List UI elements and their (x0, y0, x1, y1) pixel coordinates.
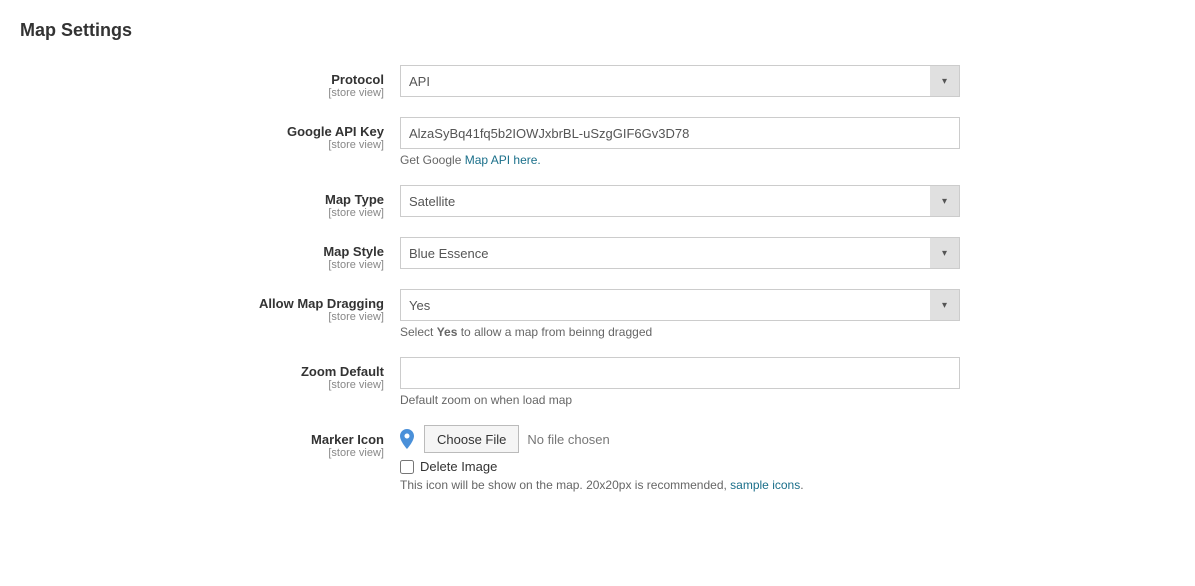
allow-dragging-label-cell: Allow Map Dragging [store view] (20, 289, 400, 323)
map-style-select[interactable]: Blue Essence Default Silver Dark (400, 237, 960, 269)
allow-dragging-hint-prefix: Select (400, 325, 437, 339)
choose-file-button[interactable]: Choose File (424, 425, 519, 453)
google-api-key-hint-prefix: Get Google (400, 153, 465, 167)
zoom-default-row: Zoom Default [store view] Default zoom o… (20, 357, 1175, 407)
no-file-text: No file chosen (527, 432, 609, 447)
zoom-default-input[interactable] (400, 357, 960, 389)
zoom-default-label: Zoom Default (20, 364, 384, 379)
google-api-key-label-cell: Google API Key [store view] (20, 117, 400, 151)
marker-icon-hint-suffix: . (800, 478, 803, 492)
map-api-link[interactable]: Map API here. (465, 153, 541, 167)
allow-dragging-field-cell: Yes No ▾ Select Yes to allow a map from … (400, 289, 960, 339)
file-input-wrapper: Choose File No file chosen (400, 425, 960, 453)
marker-pin-icon (400, 429, 416, 449)
protocol-store-view: [store view] (20, 87, 384, 99)
map-style-store-view: [store view] (20, 259, 384, 271)
marker-icon-row: Marker Icon [store view] Choose File No … (20, 425, 1175, 492)
map-style-select-wrapper: Blue Essence Default Silver Dark ▾ (400, 237, 960, 269)
map-style-row: Map Style [store view] Blue Essence Defa… (20, 237, 1175, 271)
zoom-default-hint: Default zoom on when load map (400, 393, 960, 407)
protocol-label: Protocol (20, 72, 384, 87)
allow-dragging-label: Allow Map Dragging (20, 296, 384, 311)
sample-icons-link[interactable]: sample icons (730, 478, 800, 492)
map-type-select[interactable]: Satellite Roadmap Terrain Hybrid (400, 185, 960, 217)
protocol-row: Protocol [store view] API HTTPS ▾ (20, 65, 1175, 99)
delete-image-label: Delete Image (420, 459, 497, 474)
protocol-select[interactable]: API HTTPS (400, 65, 960, 97)
map-type-select-wrapper: Satellite Roadmap Terrain Hybrid ▾ (400, 185, 960, 217)
allow-dragging-select-wrapper: Yes No ▾ (400, 289, 960, 321)
google-api-key-input[interactable] (400, 117, 960, 149)
allow-dragging-row: Allow Map Dragging [store view] Yes No ▾… (20, 289, 1175, 339)
map-type-label: Map Type (20, 192, 384, 207)
zoom-default-label-cell: Zoom Default [store view] (20, 357, 400, 391)
marker-icon-label: Marker Icon (20, 432, 384, 447)
marker-icon-label-cell: Marker Icon [store view] (20, 425, 400, 459)
allow-dragging-select[interactable]: Yes No (400, 289, 960, 321)
map-type-store-view: [store view] (20, 207, 384, 219)
google-api-key-field-cell: Get Google Map API here. (400, 117, 960, 167)
map-type-row: Map Type [store view] Satellite Roadmap … (20, 185, 1175, 219)
map-style-label-cell: Map Style [store view] (20, 237, 400, 271)
zoom-default-field-cell: Default zoom on when load map (400, 357, 960, 407)
google-api-key-store-view: [store view] (20, 139, 384, 151)
marker-icon-field-cell: Choose File No file chosen Delete Image … (400, 425, 960, 492)
allow-dragging-hint-bold: Yes (437, 325, 458, 339)
protocol-field-cell: API HTTPS ▾ (400, 65, 960, 97)
google-api-key-label: Google API Key (20, 124, 384, 139)
map-style-field-cell: Blue Essence Default Silver Dark ▾ (400, 237, 960, 269)
marker-icon-hint: This icon will be show on the map. 20x20… (400, 478, 960, 492)
map-style-label: Map Style (20, 244, 384, 259)
map-type-label-cell: Map Type [store view] (20, 185, 400, 219)
delete-image-row: Delete Image (400, 459, 960, 474)
delete-image-checkbox[interactable] (400, 460, 414, 474)
map-type-field-cell: Satellite Roadmap Terrain Hybrid ▾ (400, 185, 960, 217)
protocol-select-wrapper: API HTTPS ▾ (400, 65, 960, 97)
marker-icon-store-view: [store view] (20, 447, 384, 459)
marker-icon-hint-prefix: This icon will be show on the map. 20x20… (400, 478, 730, 492)
zoom-default-store-view: [store view] (20, 379, 384, 391)
google-api-key-hint: Get Google Map API here. (400, 153, 960, 167)
allow-dragging-store-view: [store view] (20, 311, 384, 323)
protocol-label-cell: Protocol [store view] (20, 65, 400, 99)
allow-dragging-hint-suffix: to allow a map from beinng dragged (457, 325, 652, 339)
page-title: Map Settings (20, 20, 1175, 41)
google-api-key-row: Google API Key [store view] Get Google M… (20, 117, 1175, 167)
allow-dragging-hint: Select Yes to allow a map from beinng dr… (400, 325, 960, 339)
